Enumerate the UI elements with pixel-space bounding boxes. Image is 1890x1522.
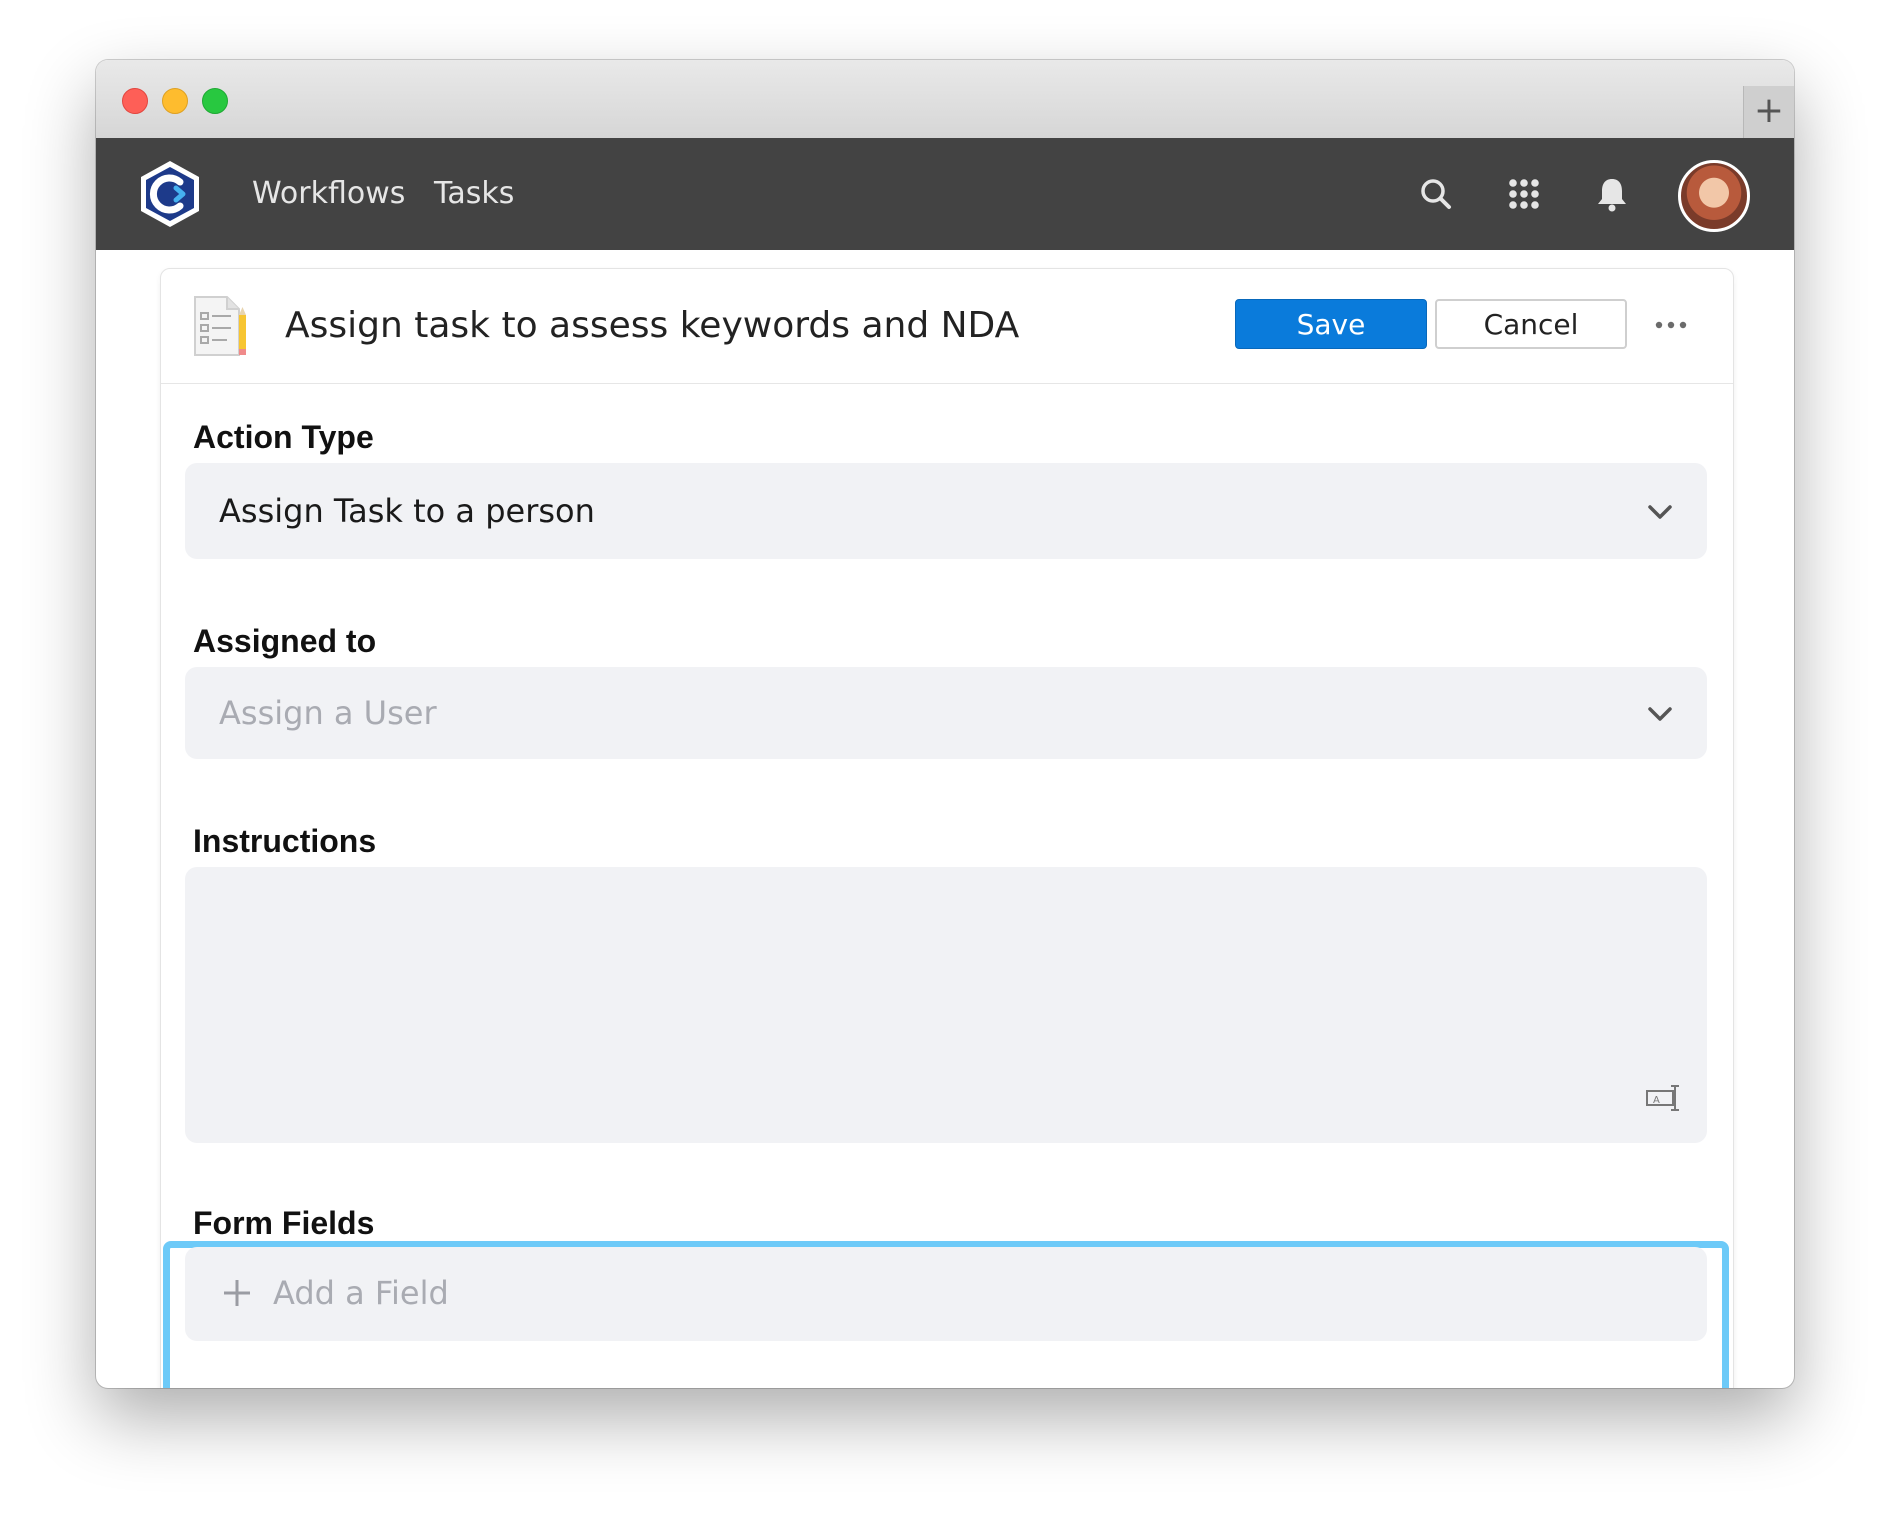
minimize-window-button[interactable] xyxy=(162,88,188,114)
more-icon[interactable] xyxy=(1651,305,1691,345)
apps-grid-icon[interactable] xyxy=(1504,174,1544,214)
nav-workflows-link[interactable]: Workflows xyxy=(252,172,405,216)
assigned-to-select[interactable]: Assign a User xyxy=(185,667,1707,759)
maximize-window-button[interactable] xyxy=(202,88,228,114)
action-type-value: Assign Task to a person xyxy=(219,492,595,530)
task-document-icon xyxy=(194,296,246,356)
new-tab-button[interactable]: + xyxy=(1743,86,1794,138)
app-logo[interactable] xyxy=(134,158,206,230)
save-button[interactable]: Save xyxy=(1235,299,1427,349)
svg-text:A: A xyxy=(1653,1095,1660,1106)
action-type-label: Action Type xyxy=(193,419,374,455)
assigned-to-placeholder: Assign a User xyxy=(219,694,437,732)
chevron-down-icon xyxy=(1648,707,1672,721)
bell-icon[interactable] xyxy=(1592,174,1632,214)
nav-tasks-link[interactable]: Tasks xyxy=(434,172,514,216)
editor-header: Assign task to assess keywords and NDA S… xyxy=(161,269,1733,384)
action-type-select[interactable]: Assign Task to a person xyxy=(185,463,1707,559)
assigned-to-label: Assigned to xyxy=(193,623,377,659)
action-title: Assign task to assess keywords and NDA xyxy=(285,305,1020,346)
top-navbar: Workflows Tasks xyxy=(96,138,1794,250)
plus-icon xyxy=(224,1280,250,1306)
add-field-label: Add a Field xyxy=(273,1274,449,1312)
form-fields-label: Form Fields xyxy=(193,1205,375,1241)
search-icon[interactable] xyxy=(1416,174,1456,214)
close-window-button[interactable] xyxy=(122,88,148,114)
instructions-textarea[interactable]: A xyxy=(185,867,1707,1143)
resize-text-icon[interactable]: A xyxy=(1645,1083,1683,1113)
action-editor-card: Assign task to assess keywords and NDA S… xyxy=(160,268,1734,1388)
add-field-button[interactable]: Add a Field xyxy=(185,1247,1707,1341)
instructions-label: Instructions xyxy=(193,823,377,859)
cancel-button[interactable]: Cancel xyxy=(1435,299,1627,349)
chevron-down-icon xyxy=(1648,505,1672,519)
window-titlebar: + xyxy=(96,60,1794,139)
browser-window: + Workflows Tasks Assign task to assess … xyxy=(96,60,1794,1388)
user-avatar[interactable] xyxy=(1678,160,1750,232)
